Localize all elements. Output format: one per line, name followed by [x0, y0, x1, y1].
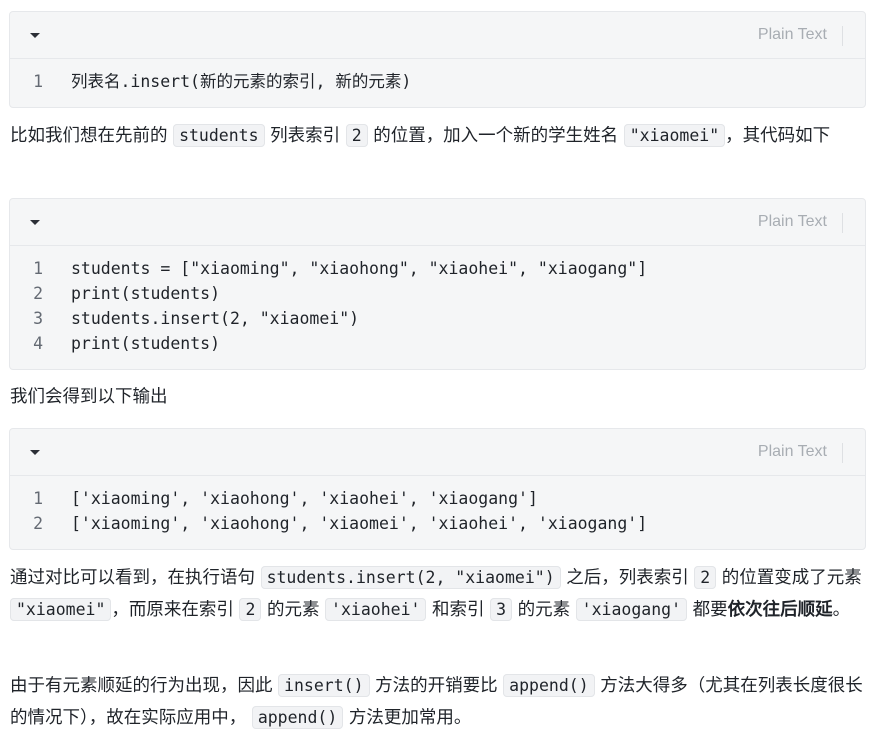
text: 的元素: [261, 600, 326, 620]
line-number: 4: [33, 334, 43, 353]
header-divider: [842, 443, 843, 463]
code-block-header: Plain Text: [10, 12, 865, 59]
inline-code: "xiaomei": [623, 124, 726, 147]
code-language-label[interactable]: Plain Text: [758, 443, 827, 461]
code-text: print(students): [71, 334, 221, 353]
code-block-example: Plain Text 1 students = ["xiaoming", "xi…: [9, 198, 866, 370]
code-text: 列表名.insert(新的元素的索引, 新的元素): [71, 72, 412, 91]
text: ，而原来在索引: [111, 600, 240, 620]
code-line: 4 print(students): [10, 331, 865, 356]
code-block-body: 1 ['xiaoming', 'xiaohong', 'xiaohei', 'x…: [10, 476, 865, 549]
code-line: 1 students = ["xiaoming", "xiaohong", "x…: [10, 256, 865, 281]
code-line: 1 列表名.insert(新的元素的索引, 新的元素): [10, 69, 865, 94]
inline-code: 2: [694, 566, 717, 589]
document-page: Plain Text 1 列表名.insert(新的元素的索引, 新的元素) 比…: [0, 0, 879, 735]
chevron-down-icon[interactable]: [30, 33, 40, 38]
text: 都要: [687, 600, 728, 620]
bold-text: 依次往后顺延: [727, 600, 833, 620]
code-text: print(students): [71, 284, 221, 303]
text: ，其代码如下: [725, 126, 831, 146]
text: 列表索引: [264, 126, 346, 146]
code-text: ['xiaoming', 'xiaohong', 'xiaohei', 'xia…: [71, 489, 538, 508]
line-number: 2: [33, 284, 43, 303]
code-line: 2 ['xiaoming', 'xiaohong', 'xiaomei', 'x…: [10, 511, 865, 536]
paragraph-comparison: 通过对比可以看到，在执行语句 students.insert(2, "xiaom…: [10, 562, 870, 626]
code-text: students = ["xiaoming", "xiaohong", "xia…: [71, 259, 648, 278]
text: 方法的开销要比: [369, 676, 504, 696]
code-block-syntax: Plain Text 1 列表名.insert(新的元素的索引, 新的元素): [9, 11, 866, 108]
chevron-down-icon[interactable]: [30, 220, 40, 225]
text: 的位置变成了元素: [716, 568, 862, 588]
code-language-label[interactable]: Plain Text: [758, 213, 827, 231]
inline-code: insert(): [278, 674, 370, 697]
text: 和索引: [426, 600, 491, 620]
inline-code: students.insert(2, "xiaomei"): [260, 566, 561, 589]
inline-code: 2: [345, 124, 368, 147]
code-text: ['xiaoming', 'xiaohong', 'xiaomei', 'xia…: [71, 514, 648, 533]
inline-code: 'xiaogang': [575, 598, 688, 621]
text: 通过对比可以看到，在执行语句: [10, 568, 261, 588]
text: 的位置，加入一个新的学生姓名: [367, 126, 624, 146]
paragraph-intro-example: 比如我们想在先前的 students 列表索引 2 的位置，加入一个新的学生姓名…: [10, 120, 870, 152]
code-block-output: Plain Text 1 ['xiaoming', 'xiaohong', 'x…: [9, 428, 866, 550]
code-block-header: Plain Text: [10, 429, 865, 476]
code-block-header: Plain Text: [10, 199, 865, 246]
code-line: 2 print(students): [10, 281, 865, 306]
code-line: 3 students.insert(2, "xiaomei"): [10, 306, 865, 331]
chevron-down-icon[interactable]: [30, 450, 40, 455]
inline-code: students: [173, 124, 265, 147]
code-language-label[interactable]: Plain Text: [758, 26, 827, 44]
line-number: 1: [33, 72, 43, 91]
inline-code: 'xiaohei': [325, 598, 427, 621]
line-number: 1: [33, 259, 43, 278]
text: 我们会得到以下输出: [10, 387, 168, 407]
code-text: students.insert(2, "xiaomei"): [71, 309, 360, 328]
line-number: 1: [33, 489, 43, 508]
line-number: 2: [33, 514, 43, 533]
paragraph-performance-note: 由于有元素顺延的行为出现，因此 insert() 方法的开销要比 append(…: [10, 670, 870, 734]
text: 方法更加常用。: [343, 708, 472, 728]
text: 的元素: [512, 600, 576, 620]
paragraph-output-intro: 我们会得到以下输出: [10, 381, 870, 413]
code-block-body: 1 列表名.insert(新的元素的索引, 新的元素): [10, 59, 865, 107]
inline-code: append(): [503, 674, 595, 697]
inline-code: append(): [251, 706, 344, 729]
inline-code: 2: [239, 598, 262, 621]
text: 比如我们想在先前的: [10, 126, 174, 146]
header-divider: [842, 213, 843, 233]
header-divider: [842, 26, 843, 46]
inline-code: 3: [490, 598, 513, 621]
line-number: 3: [33, 309, 43, 328]
text: 之后，列表索引: [560, 568, 695, 588]
inline-code: "xiaomei": [10, 598, 112, 621]
text: 由于有元素顺延的行为出现，因此: [10, 676, 279, 696]
code-line: 1 ['xiaoming', 'xiaohong', 'xiaohei', 'x…: [10, 486, 865, 511]
text: 。: [832, 600, 851, 620]
code-block-body: 1 students = ["xiaoming", "xiaohong", "x…: [10, 246, 865, 369]
